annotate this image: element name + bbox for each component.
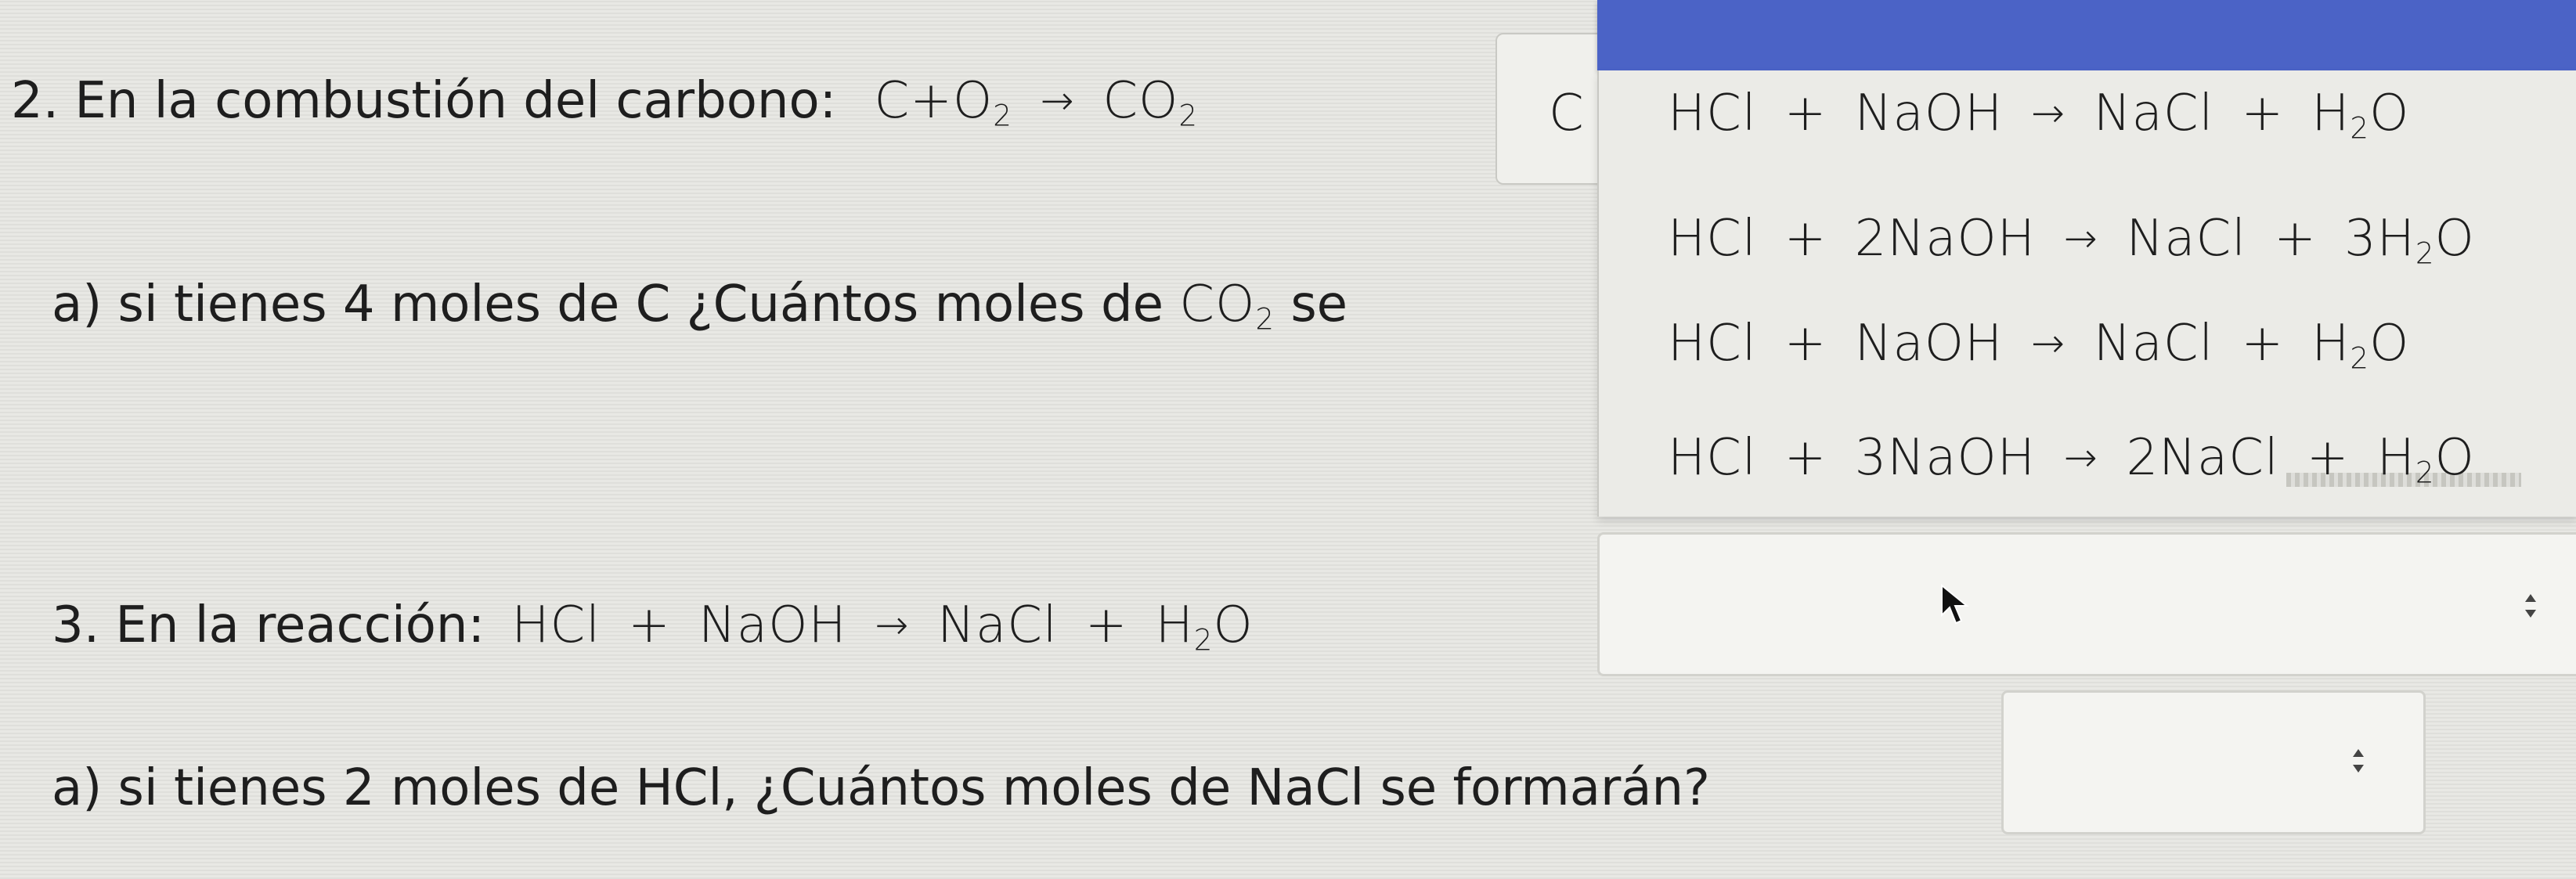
q2-answer-partial: C [1549, 85, 1585, 142]
question-2: 2. En la combustión del carbono: C+O2 → CO… [11, 72, 1198, 132]
dropdown-option-1[interactable]: HCl + NaOH → NaCl + H2O [1668, 85, 2409, 145]
question-3a-text: a) si tienes 2 moles de HCl, ¿Cuántos mo… [52, 759, 1710, 817]
dropdown-option-4[interactable]: HCl +3NaOH → 2NaCl + H2O [1668, 429, 2475, 489]
neutralization-equation: HCl + NaOH → NaCl + H2O [511, 596, 1254, 657]
question-2a-text: a) si tienes 4 moles de C ¿Cuántos moles… [52, 276, 1164, 333]
question-3-text: 3. En la reacción: [52, 596, 485, 654]
combustion-equation: C+O2 → CO2 [874, 72, 1199, 133]
dropdown-option-2[interactable]: HCl +2NaOH → NaCl +3H2O [1668, 210, 2475, 270]
dropdown-option-3[interactable]: HCl + NaOH → NaCl + H2O [1668, 315, 2409, 375]
q3-equation-select[interactable] [1597, 532, 2576, 676]
question-2-text: 2. En la combustión del carbono: [11, 72, 837, 130]
updown-arrows-icon [2353, 749, 2364, 773]
question-3: 3. En la reacción: HCl + NaOH → NaCl + H2O [52, 596, 1254, 657]
updown-arrows-icon [2525, 594, 2536, 618]
mouse-cursor-icon [1941, 584, 1969, 625]
question-3a: a) si tienes 2 moles de HCl, ¿Cuántos mo… [52, 759, 1710, 817]
q3a-answer-select[interactable] [2001, 690, 2426, 834]
question-2a: a) si tienes 4 moles de C ¿Cuántos moles… [52, 276, 1348, 337]
dropdown-header[interactable] [1597, 0, 2576, 70]
